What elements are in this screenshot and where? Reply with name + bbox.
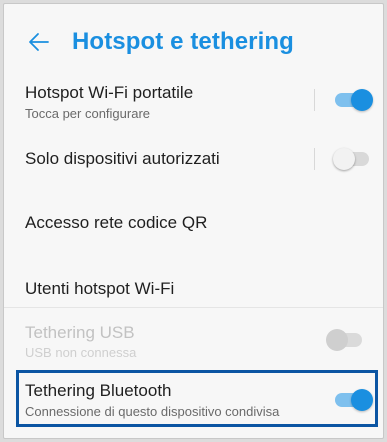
selection-highlight bbox=[16, 370, 378, 427]
toggle-knob bbox=[351, 89, 373, 111]
setting-authorized-devices[interactable]: Solo dispositivi autorizzati bbox=[4, 134, 383, 184]
back-arrow-icon[interactable] bbox=[28, 31, 50, 53]
setting-label: Solo dispositivi autorizzati bbox=[25, 149, 220, 168]
setting-label: Hotspot Wi-Fi portatile bbox=[25, 83, 194, 102]
hotspot-wifi-toggle[interactable] bbox=[333, 88, 373, 112]
setting-sublabel: USB non connessa bbox=[25, 345, 137, 360]
divider bbox=[4, 307, 383, 308]
page-title: Hotspot e tethering bbox=[72, 28, 294, 55]
setting-label: Tethering USB bbox=[25, 323, 135, 342]
divider-vertical bbox=[314, 148, 315, 170]
settings-screen: Hotspot e tethering Hotspot Wi-Fi portat… bbox=[3, 3, 384, 439]
setting-label: Accesso rete codice QR bbox=[25, 213, 208, 232]
authorized-devices-toggle[interactable] bbox=[333, 147, 373, 171]
toggle-knob bbox=[333, 148, 355, 170]
setting-label: Utenti hotspot Wi-Fi bbox=[25, 279, 175, 298]
divider-vertical bbox=[314, 89, 315, 111]
setting-hotspot-wifi[interactable]: Hotspot Wi-Fi portatile Tocca per config… bbox=[4, 70, 383, 134]
usb-tethering-toggle bbox=[326, 328, 366, 352]
setting-sublabel: Tocca per configurare bbox=[25, 106, 151, 121]
app-header: Hotspot e tethering bbox=[4, 4, 383, 70]
setting-usb-tethering: Tethering USB USB non connessa bbox=[4, 310, 383, 372]
toggle-knob bbox=[326, 329, 348, 351]
setting-qr-access[interactable]: Accesso rete codice QR bbox=[4, 184, 383, 256]
